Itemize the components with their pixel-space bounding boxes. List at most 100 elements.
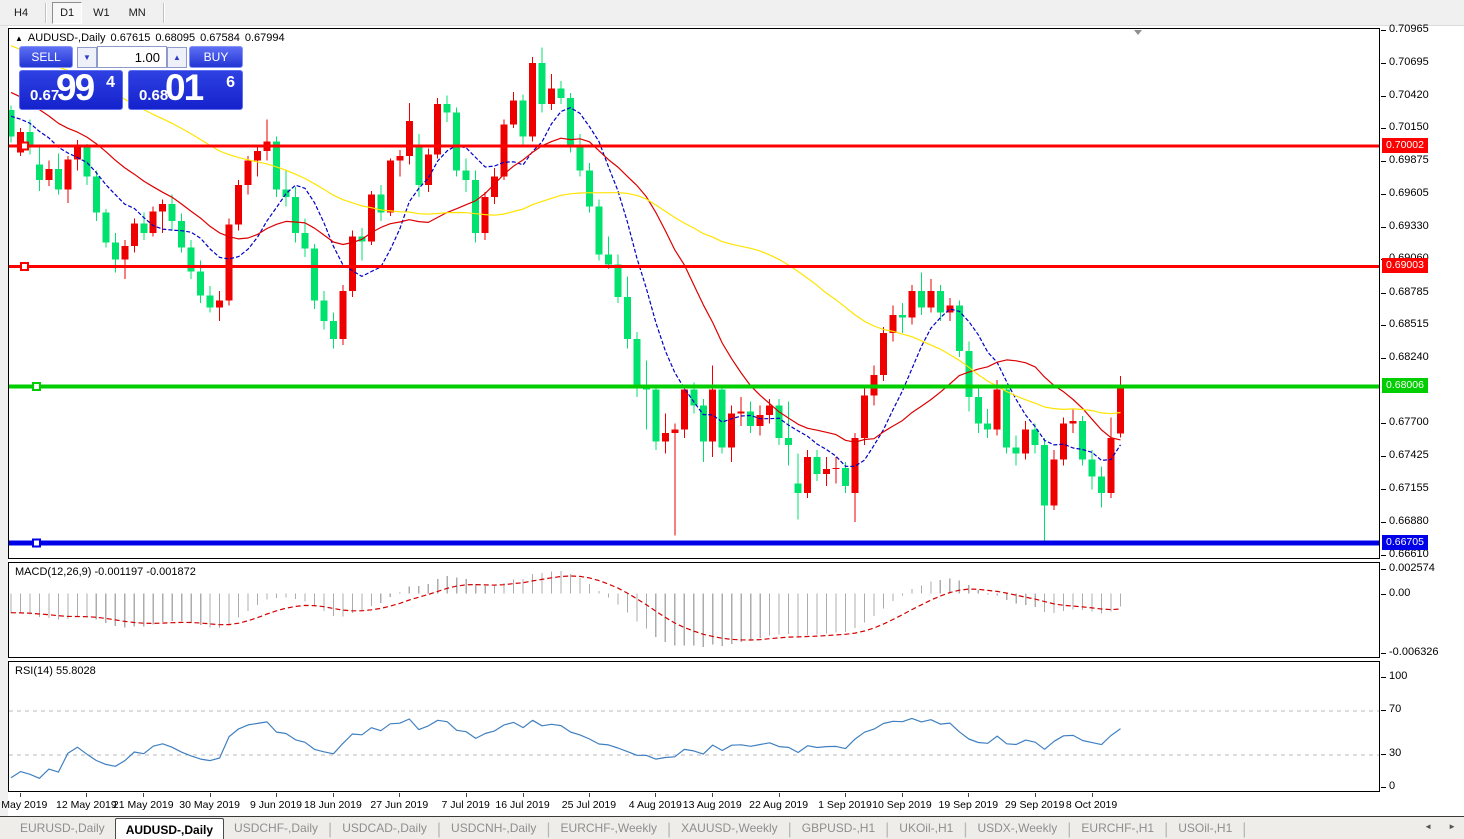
date-axis: 2 May 201912 May 201921 May 201930 May 2… <box>8 793 1380 815</box>
hline-handle-0.69003[interactable] <box>21 263 28 270</box>
price-axis-tick <box>1381 489 1386 490</box>
date-axis-tick <box>333 793 334 797</box>
chart-tab-bar: EURUSD-,DailyAUDUSD-,DailyUSDCHF-,Daily |… <box>0 816 1464 839</box>
price-axis-tick <box>1381 227 1386 228</box>
tab-nav-left-icon[interactable]: ◄ <box>1424 822 1432 831</box>
chart-tab-gbpusdh1[interactable]: GBPUSD-,H1 <box>792 817 885 839</box>
date-axis-tick <box>143 793 144 797</box>
rsi-axis-tick <box>1381 710 1386 711</box>
price-axis-tick <box>1381 161 1386 162</box>
date-axis-tick <box>399 793 400 797</box>
timeframe-button-h4[interactable]: H4 <box>6 2 36 24</box>
chart-tab-usdcnhdaily[interactable]: USDCNH-,Daily <box>441 817 546 839</box>
sell-button[interactable]: SELL <box>19 46 73 68</box>
chart-tab-usoilh1[interactable]: USOil-,H1 <box>1168 817 1242 839</box>
chart-tab-usdchfdaily[interactable]: USDCHF-,Daily <box>224 817 328 839</box>
price-axis-tick <box>1381 128 1386 129</box>
price-axis-tick <box>1381 96 1386 97</box>
chart-tab-ukoilh1[interactable]: UKOil-,H1 <box>889 817 963 839</box>
date-axis-label: 21 May 2019 <box>105 799 181 811</box>
timeframe-toolbar: H4 D1W1MN <box>0 0 1464 26</box>
price-axis-tick <box>1381 456 1386 457</box>
rsi-axis-tick <box>1381 677 1386 678</box>
volume-decrease-button[interactable]: ▼ <box>77 47 97 68</box>
price-axis-label: 0.68515 <box>1389 318 1429 330</box>
date-axis-tick <box>276 793 277 797</box>
chart-title: ▲ AUDUSD-,Daily 0.67615 0.68095 0.67584 … <box>15 32 285 44</box>
date-axis-label: 19 Sep 2019 <box>930 799 1006 811</box>
macd-axis-label: 0.00 <box>1389 587 1410 599</box>
price-axis-tick <box>1381 194 1386 195</box>
ohlc-open: 0.67615 <box>111 32 151 44</box>
macd-axis-label: -0.006326 <box>1389 646 1439 658</box>
tab-nav-arrows: ◄ ► <box>1424 822 1456 831</box>
date-axis-tick <box>20 793 21 797</box>
date-axis-tick <box>1092 793 1093 797</box>
date-axis-label: 16 Jul 2019 <box>485 799 561 811</box>
toolbar-separator <box>45 3 46 23</box>
macd-axis-label: 0.002574 <box>1389 562 1435 574</box>
price-axis-label: 0.70965 <box>1389 23 1429 35</box>
hline-handle-0.66705[interactable] <box>33 540 40 547</box>
chart-tab-usdcaddaily[interactable]: USDCAD-,Daily <box>332 817 437 839</box>
volume-increase-button[interactable]: ▲ <box>167 47 187 68</box>
rsi-axis-tick <box>1381 754 1386 755</box>
macd-label: MACD(12,26,9) -0.001197 -0.001872 <box>15 566 196 578</box>
chart-shift-marker-icon <box>1134 30 1142 35</box>
chart-tab-eurchfh1[interactable]: EURCHF-,H1 <box>1071 817 1164 839</box>
date-axis-label: 8 Oct 2019 <box>1054 799 1130 811</box>
macd-canvas[interactable] <box>9 563 1379 657</box>
sell-price-big: 99 <box>56 67 93 109</box>
chart-tab-eurusddaily[interactable]: EURUSD-,Daily <box>10 817 115 839</box>
trading-terminal-window: H4 D1W1MN ▲ AUDUSD-,Daily 0.67615 0.68095… <box>0 0 1464 839</box>
price-axis-label: 0.69875 <box>1389 154 1429 166</box>
price-axis-label: 0.66880 <box>1389 515 1429 527</box>
chart-symbol-label: AUDUSD-,Daily <box>28 32 106 44</box>
macd-axis-tick <box>1381 569 1386 570</box>
price-axis-tick <box>1381 325 1386 326</box>
macd-indicator-pane[interactable]: MACD(12,26,9) -0.001197 -0.001872 <box>8 562 1380 658</box>
chart-tab-xauusdweekly[interactable]: XAUUSD-,Weekly <box>671 817 787 839</box>
date-axis-label: 13 Aug 2019 <box>674 799 750 811</box>
buy-price-big: 01 <box>165 67 202 109</box>
chart-tab-eurchfweekly[interactable]: EURCHF-,Weekly <box>551 817 667 839</box>
buy-price-box[interactable]: 0.68 01 6 <box>128 70 243 110</box>
tab-separator: | <box>1242 817 1246 839</box>
rsi-axis-label: 30 <box>1389 747 1401 759</box>
timeframe-button-w1[interactable]: W1 <box>85 2 118 24</box>
sell-price-prefix: 0.67 <box>30 87 59 104</box>
chart-tab-usdxweekly[interactable]: USDX-,Weekly <box>967 817 1067 839</box>
price-axis-label: 0.67700 <box>1389 416 1429 428</box>
left-margin-strip <box>0 26 8 816</box>
chart-tab-audusddaily[interactable]: AUDUSD-,Daily <box>115 818 224 839</box>
buy-price-prefix: 0.68 <box>139 87 168 104</box>
rsi-axis-label: 0 <box>1389 780 1395 792</box>
volume-input[interactable] <box>97 46 167 68</box>
date-axis-tick <box>210 793 211 797</box>
date-axis-label: 25 Jul 2019 <box>551 799 627 811</box>
ohlc-high: 0.68095 <box>155 32 195 44</box>
price-axis-tick <box>1381 293 1386 294</box>
sell-price-box[interactable]: 0.67 99 4 <box>19 70 123 110</box>
hline-handle-0.68006[interactable] <box>33 383 40 390</box>
timeframe-button-d1[interactable]: D1 <box>52 2 82 24</box>
price-axis-label: 0.67425 <box>1389 449 1429 461</box>
rsi-axis-label: 70 <box>1389 703 1401 715</box>
tab-nav-right-icon[interactable]: ► <box>1448 822 1456 831</box>
price-chart-pane[interactable]: ▲ AUDUSD-,Daily 0.67615 0.68095 0.67584 … <box>8 28 1380 559</box>
timeframe-button-mn[interactable]: MN <box>121 2 154 24</box>
rsi-axis-label: 100 <box>1389 670 1407 682</box>
price-axis-label: 0.70420 <box>1389 89 1429 101</box>
ohlc-low: 0.67584 <box>200 32 240 44</box>
date-axis-label: 27 Jun 2019 <box>361 799 437 811</box>
rsi-canvas[interactable] <box>9 662 1379 791</box>
buy-button[interactable]: BUY <box>189 46 243 68</box>
collapse-panel-icon[interactable]: ▲ <box>15 34 23 43</box>
date-axis-label: 22 Aug 2019 <box>741 799 817 811</box>
hline-handle-0.70002[interactable] <box>21 143 28 150</box>
price-axis-tick <box>1381 555 1386 556</box>
rsi-indicator-pane[interactable]: RSI(14) 55.8028 <box>8 661 1380 792</box>
date-axis-tick <box>902 793 903 797</box>
date-axis-tick <box>712 793 713 797</box>
price-axis-label: 0.70695 <box>1389 56 1429 68</box>
